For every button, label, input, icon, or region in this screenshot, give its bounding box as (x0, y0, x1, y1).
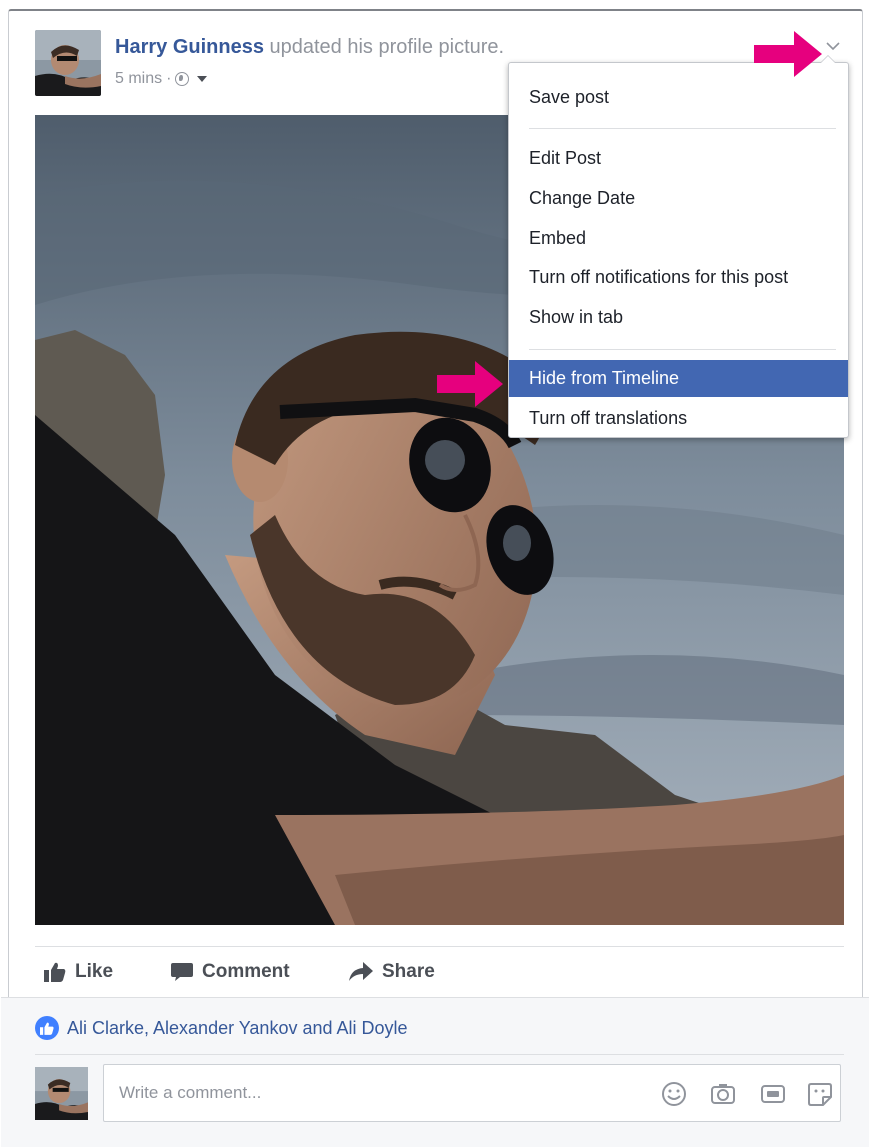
chevron-down-icon[interactable] (826, 41, 840, 51)
menu-item-turn-off-notifications[interactable]: Turn off notifications for this post (509, 259, 848, 296)
author-avatar[interactable] (35, 30, 101, 96)
like-button[interactable]: Like (44, 952, 113, 992)
comment-button[interactable]: Comment (171, 952, 290, 992)
pink-arrow-icon (437, 361, 503, 407)
gif-icon[interactable] (760, 1081, 786, 1107)
menu-item-edit-post[interactable]: Edit Post (509, 140, 848, 177)
share-label: Share (382, 961, 435, 982)
comment-label: Comment (202, 961, 290, 982)
meta-separator: · (166, 70, 172, 87)
action-bar-divider (35, 946, 844, 947)
menu-item-change-date[interactable]: Change Date (509, 180, 848, 217)
post-header: Harry Guinness updated his profile pictu… (115, 36, 504, 59)
like-badge-icon (35, 1016, 59, 1040)
menu-divider (529, 128, 836, 129)
menu-divider (529, 349, 836, 350)
globe-icon[interactable] (175, 72, 190, 86)
likes-summary[interactable]: Ali Clarke, Alexander Yankov and Ali Doy… (35, 1016, 408, 1040)
comment-divider (35, 1054, 844, 1055)
menu-item-turn-off-translations[interactable]: Turn off translations (509, 400, 848, 437)
like-label: Like (75, 961, 114, 982)
post-options-menu: Save post Edit Post Change Date Embed Tu… (508, 55, 849, 438)
speech-bubble-icon (171, 963, 193, 981)
author-name-link[interactable]: Harry Guinness (115, 36, 264, 58)
share-button[interactable]: Share (349, 952, 435, 992)
sticker-icon[interactable] (807, 1081, 833, 1107)
comment-placeholder: Write a comment... (119, 1083, 262, 1102)
menu-item-hide-from-timeline[interactable]: Hide from Timeline (509, 360, 848, 397)
camera-icon[interactable] (710, 1081, 736, 1107)
post-timestamp[interactable]: 5 mins (115, 70, 162, 88)
post-meta: 5 mins · (115, 70, 208, 88)
post-action-text: updated his profile picture. (263, 36, 505, 58)
menu-item-embed[interactable]: Embed (509, 220, 848, 257)
comment-input[interactable]: Write a comment... (103, 1064, 841, 1122)
likes-names[interactable]: Ali Clarke, Alexander Yankov and Ali Doy… (67, 1018, 408, 1039)
menu-item-save-post[interactable]: Save post (509, 79, 848, 116)
share-arrow-icon (349, 962, 373, 981)
thumbs-up-icon (44, 962, 66, 982)
commenter-avatar[interactable] (35, 1067, 88, 1120)
smiley-icon[interactable] (661, 1081, 687, 1107)
caret-down-icon[interactable] (197, 76, 208, 82)
pink-arrow-icon (754, 31, 822, 77)
action-bar: Like Comment Share (35, 952, 844, 992)
menu-item-show-in-tab[interactable]: Show in tab (509, 299, 848, 336)
